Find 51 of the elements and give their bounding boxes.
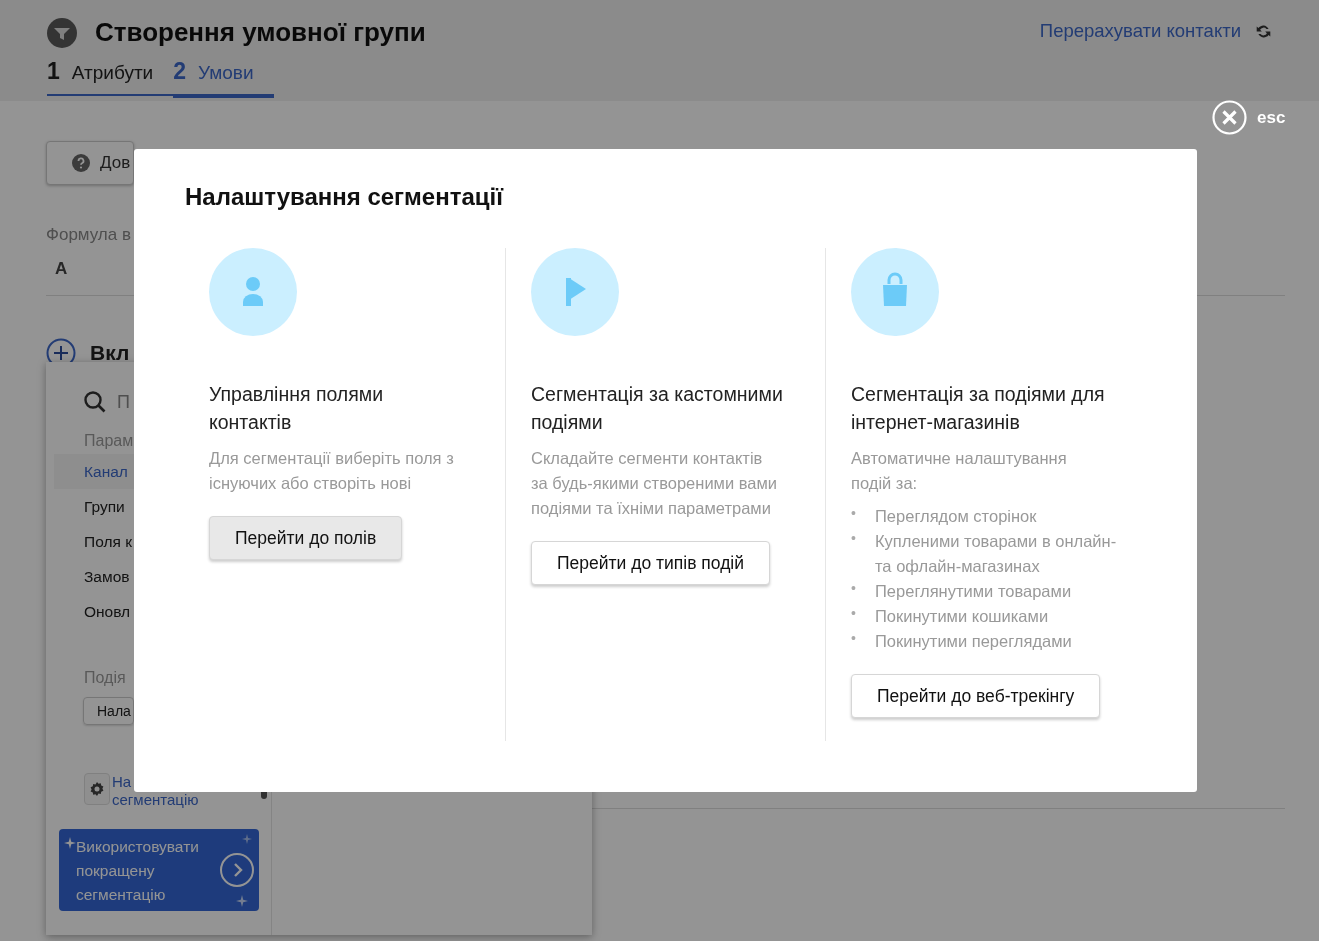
feature-item: Переглядом сторінок <box>875 506 1038 527</box>
feature-item: Покинутими переглядами <box>875 631 1073 652</box>
option-description: Складайте сегменти контактів за будь-якими створеними вами подіями та їхніми параметрами <box>531 448 779 519</box>
modal-title: Налаштування сегментації <box>185 183 505 211</box>
question-icon <box>72 154 90 172</box>
step-tab[interactable]: 1 Атрибути <box>47 58 174 96</box>
bullet: • <box>851 579 857 598</box>
event-label: Подія <box>84 669 127 687</box>
promo-banner[interactable]: Використовувати покращену сегментацію <box>59 829 259 911</box>
feature-item: Купленими товарами в онлайн- та офлайн-магазинах <box>875 531 1118 577</box>
bullet: • <box>851 604 857 623</box>
esc-label: esc <box>1257 107 1286 128</box>
bullet: • <box>851 629 857 648</box>
sparkle-icon <box>236 895 248 907</box>
step-tab[interactable]: 2 Умови <box>173 58 274 98</box>
option-description: Для сегментації виберіть поля з існуючих або створіть нові <box>209 448 455 494</box>
shopping-bag-icon <box>851 248 939 336</box>
chevron-icon[interactable] <box>219 852 255 888</box>
option-title: Управління полями контактів <box>209 382 385 435</box>
category-item[interactable]: Групи <box>54 489 134 524</box>
feature-item: Переглянутими товарами <box>875 581 1073 602</box>
recalculate-link[interactable]: Перерахувати контакти <box>1039 20 1241 42</box>
category-item[interactable]: Оновл <box>54 594 134 629</box>
settings-icon <box>89 781 105 797</box>
formula-value: A <box>55 259 69 279</box>
page-title: Створення умовної групи <box>95 17 426 48</box>
search-icon <box>83 390 107 414</box>
bullet: • <box>851 504 857 523</box>
person-icon <box>209 248 297 336</box>
feature-item: Покинутими кошиками <box>875 606 1050 627</box>
promo-text: Використовувати покращену сегментацію <box>76 838 199 903</box>
funnel-icon <box>47 17 77 48</box>
include-label: Вкл <box>90 341 130 365</box>
bullet: • <box>851 529 857 548</box>
flag-icon <box>531 248 619 336</box>
navigate-button[interactable]: Перейти до веб-трекінгу <box>851 674 1101 718</box>
category-item[interactable]: Замов <box>54 559 134 594</box>
help-button[interactable]: Дов <box>46 141 134 185</box>
section-label: Парам <box>84 432 135 450</box>
option-description: Автоматичне налаштування подій за: <box>851 448 1068 494</box>
sparkle-icon <box>242 834 252 844</box>
category-item[interactable]: Поля к <box>54 524 134 559</box>
formula-label: Формула в <box>46 225 132 245</box>
navigate-button[interactable]: Перейти до полів <box>209 516 403 560</box>
settings-button[interactable] <box>84 773 110 805</box>
close-icon[interactable] <box>1212 100 1247 135</box>
category-item[interactable]: Канал <box>54 454 134 489</box>
navigate-button[interactable]: Перейти до типів подій <box>531 541 771 585</box>
option-title: Сегментація за подіями для інтернет-магазинів <box>851 382 1106 435</box>
option-title: Сегментація за кастомними подіями <box>531 382 784 435</box>
sparkle-icon <box>64 837 76 849</box>
